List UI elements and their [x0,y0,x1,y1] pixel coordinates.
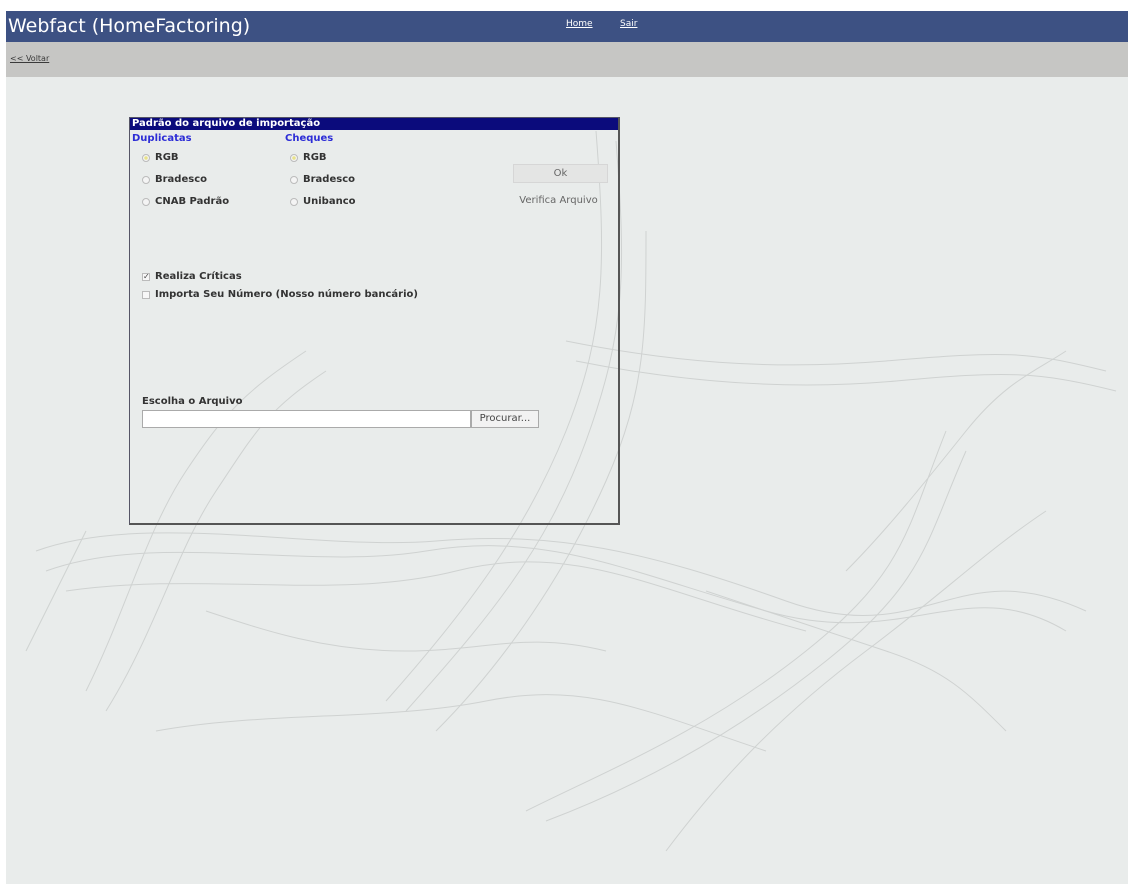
checkbox-label: Importa Seu Número (Nosso número bancári… [155,289,418,300]
checkbox-icon[interactable] [142,290,150,299]
cheques-option-rgb[interactable]: RGB [290,152,327,163]
option-label: CNAB Padrão [155,196,230,207]
option-label: RGB [155,152,179,163]
radio-icon[interactable] [142,197,150,206]
import-pattern-dialog: Padrão do arquivo de importação Duplicat… [129,117,620,525]
nav-home-link[interactable]: Home [566,19,593,29]
cheques-heading: Cheques [285,133,334,144]
duplicatas-option-bradesco[interactable]: Bradesco [142,174,207,185]
cheques-option-bradesco[interactable]: Bradesco [290,174,355,185]
option-label: Unibanco [303,196,356,207]
verify-file-button[interactable]: Verifica Arquivo [509,190,608,214]
file-label: Escolha o Arquivo [142,396,243,407]
realiza-criticas-checkbox[interactable]: ✓ Realiza Críticas [142,271,242,282]
checkbox-checked-icon[interactable]: ✓ [142,272,150,281]
browse-button[interactable]: Procurar... [471,410,539,428]
radio-icon[interactable] [142,175,150,184]
file-path-input[interactable] [142,410,471,428]
page: Webfact (HomeFactoring) Home Sair << Vol… [6,11,1128,884]
cheques-option-unibanco[interactable]: Unibanco [290,196,356,207]
back-link[interactable]: << Voltar [10,54,49,63]
ok-button[interactable]: Ok [513,164,608,183]
option-label: Bradesco [303,174,355,185]
option-label: RGB [303,152,327,163]
importa-seu-numero-checkbox[interactable]: Importa Seu Número (Nosso número bancári… [142,289,418,300]
checkbox-label: Realiza Críticas [155,271,242,282]
duplicatas-option-cnab[interactable]: CNAB Padrão [142,196,229,207]
nav-exit-link[interactable]: Sair [620,19,637,29]
radio-icon[interactable] [290,197,298,206]
radio-icon[interactable] [290,175,298,184]
radio-icon[interactable] [290,153,298,162]
duplicatas-heading: Duplicatas [132,133,192,144]
app-title: Webfact (HomeFactoring) [8,15,251,37]
radio-icon[interactable] [142,153,150,162]
top-bar: Webfact (HomeFactoring) Home Sair [6,11,1128,42]
option-label: Bradesco [155,174,207,185]
dialog-title: Padrão do arquivo de importação [130,118,618,130]
duplicatas-option-rgb[interactable]: RGB [142,152,179,163]
sub-bar: << Voltar [6,42,1128,77]
